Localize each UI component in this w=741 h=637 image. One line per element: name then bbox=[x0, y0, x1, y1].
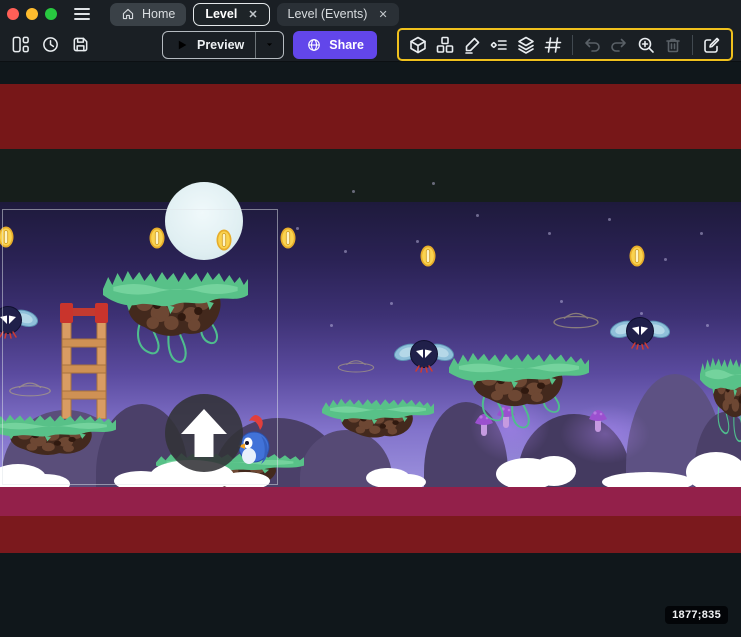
preview-label: Preview bbox=[197, 38, 244, 52]
layers-icon[interactable] bbox=[514, 33, 538, 57]
star bbox=[664, 258, 667, 261]
star bbox=[416, 240, 419, 243]
share-label: Share bbox=[329, 38, 364, 52]
cursor-coordinates: 1877;835 bbox=[665, 606, 728, 624]
mushroom-instance[interactable] bbox=[588, 404, 608, 434]
preview-button[interactable]: Preview bbox=[162, 31, 284, 59]
coin-instance[interactable] bbox=[420, 245, 436, 267]
grid-icon[interactable] bbox=[541, 33, 565, 57]
cloud-instance[interactable] bbox=[532, 456, 576, 486]
toolbar: Preview Share bbox=[0, 28, 741, 62]
play-icon bbox=[174, 37, 190, 53]
properties-icon[interactable] bbox=[460, 33, 484, 57]
ufo-outline-instance[interactable] bbox=[551, 310, 601, 329]
close-tab-icon[interactable]: ✕ bbox=[248, 8, 257, 21]
tab-label: Level (Events) bbox=[288, 7, 368, 21]
trash-icon[interactable] bbox=[661, 33, 685, 57]
preview-divider bbox=[255, 31, 256, 58]
maximize-window-button[interactable] bbox=[45, 8, 57, 20]
camera-frame bbox=[2, 209, 278, 485]
star bbox=[608, 218, 611, 221]
strip-separator bbox=[692, 35, 693, 55]
home-icon bbox=[121, 7, 135, 21]
close-tab-icon[interactable]: ✕ bbox=[378, 8, 387, 21]
band-upper-dark bbox=[0, 149, 741, 202]
star bbox=[548, 232, 551, 235]
scene-canvas[interactable]: 1877;835 bbox=[0, 62, 741, 637]
redo-icon[interactable] bbox=[607, 33, 631, 57]
star bbox=[560, 300, 563, 303]
ufo-outline-instance[interactable] bbox=[336, 358, 376, 373]
tab-label: Home bbox=[142, 7, 175, 21]
save-icon[interactable] bbox=[68, 33, 92, 57]
toolbar-left-group bbox=[8, 33, 92, 57]
star bbox=[706, 324, 709, 327]
tab-home[interactable]: Home bbox=[110, 3, 186, 26]
fly-enemy-instance[interactable] bbox=[394, 332, 454, 380]
hamburger-menu-icon[interactable] bbox=[72, 5, 92, 23]
tab-level[interactable]: Level ✕ bbox=[193, 3, 269, 26]
project-manager-icon[interactable] bbox=[8, 33, 32, 57]
strip-separator bbox=[572, 35, 573, 55]
edit-scene-icon[interactable] bbox=[700, 33, 724, 57]
star bbox=[296, 227, 299, 230]
close-window-button[interactable] bbox=[7, 8, 19, 20]
tab-bar: Home Level ✕ Level (Events) ✕ bbox=[110, 0, 399, 28]
instances-list-icon[interactable] bbox=[487, 33, 511, 57]
preview-main[interactable]: Preview bbox=[163, 37, 255, 53]
star bbox=[330, 324, 333, 327]
star bbox=[432, 182, 435, 185]
band-maroon bbox=[0, 487, 741, 516]
coin-instance[interactable] bbox=[629, 245, 645, 267]
star bbox=[390, 302, 393, 305]
tab-level-events[interactable]: Level (Events) ✕ bbox=[277, 3, 399, 26]
objects-panel-icon[interactable] bbox=[406, 33, 430, 57]
coin-instance[interactable] bbox=[280, 227, 296, 249]
preview-dropdown[interactable] bbox=[256, 37, 283, 52]
star bbox=[700, 232, 703, 235]
undo-icon[interactable] bbox=[580, 33, 604, 57]
object-groups-icon[interactable] bbox=[433, 33, 457, 57]
globe-icon bbox=[306, 37, 322, 53]
band-bottom-red bbox=[0, 516, 741, 553]
fly-enemy-instance[interactable] bbox=[610, 309, 670, 357]
platform-instance[interactable] bbox=[322, 395, 434, 455]
platform-instance[interactable] bbox=[700, 352, 741, 444]
share-button[interactable]: Share bbox=[293, 31, 377, 59]
highlighted-tool-strip bbox=[397, 28, 733, 61]
history-icon[interactable] bbox=[38, 33, 62, 57]
game-editor-window: Home Level ✕ Level (Events) ✕ bbox=[0, 0, 741, 637]
platform-instance[interactable] bbox=[449, 348, 589, 430]
band-top-red bbox=[0, 84, 741, 149]
star bbox=[352, 190, 355, 193]
zoom-in-icon[interactable] bbox=[634, 33, 658, 57]
star bbox=[344, 250, 347, 253]
chevron-down-icon bbox=[262, 37, 277, 52]
minimize-window-button[interactable] bbox=[26, 8, 38, 20]
titlebar: Home Level ✕ Level (Events) ✕ bbox=[0, 0, 741, 28]
tab-label: Level bbox=[205, 7, 237, 21]
star bbox=[476, 214, 479, 217]
